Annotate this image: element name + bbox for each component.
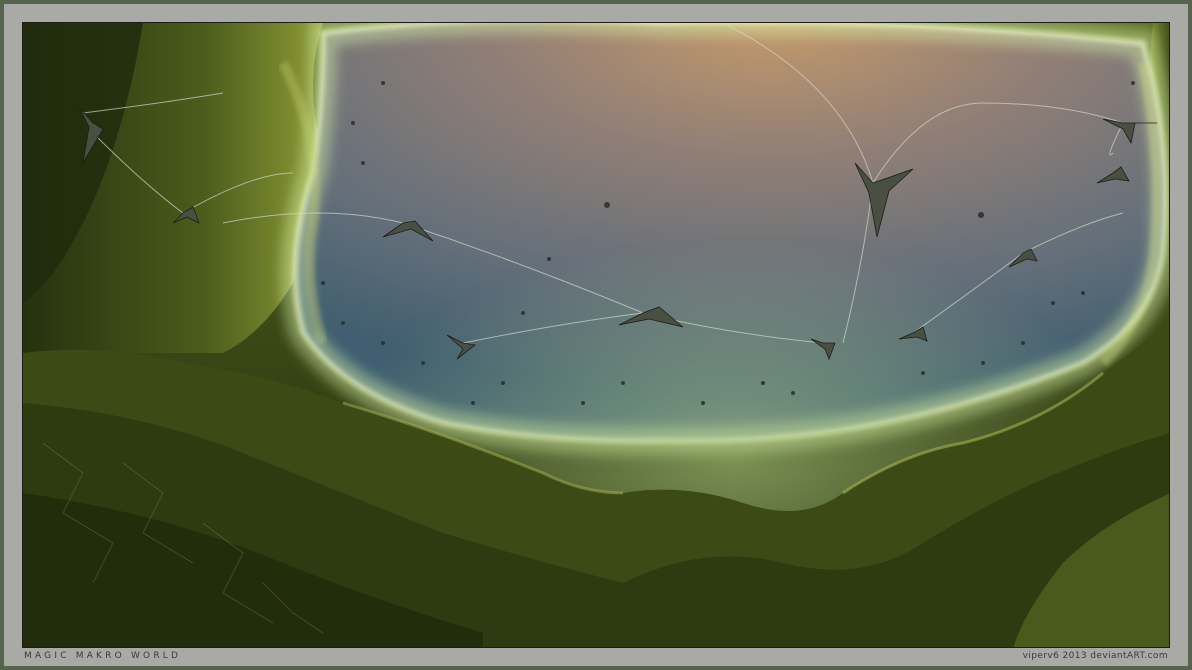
outer-frame: MAGIC MAKRO WORLD viperv6 2013 deviantAR… — [0, 0, 1192, 670]
fractal-landscape-image — [23, 23, 1169, 647]
artist-credit: viperv6 2013 deviantART.com — [1022, 651, 1168, 661]
fractal-artwork — [22, 22, 1170, 648]
artwork-title: MAGIC MAKRO WORLD — [24, 651, 182, 661]
